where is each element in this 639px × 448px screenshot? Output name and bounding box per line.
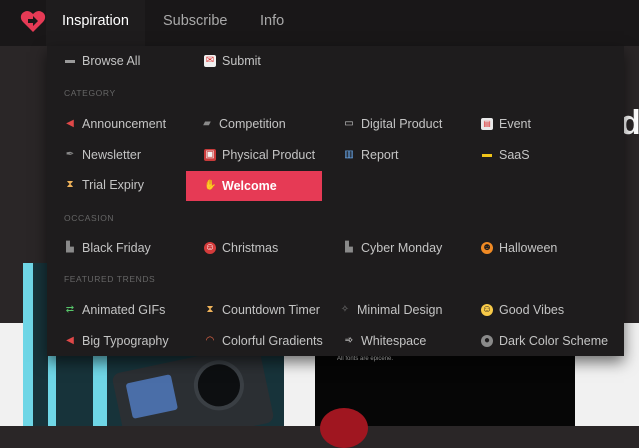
- menu-item-label: SaaS: [499, 148, 530, 162]
- section-heading-featured-trends: FEATURED TRENDS: [64, 274, 156, 284]
- menu-item-good-vibes[interactable]: ☺ Good Vibes: [481, 296, 564, 324]
- hourglass-icon: ⧗: [206, 304, 214, 315]
- menu-item-report[interactable]: ▥ Report: [343, 141, 399, 169]
- bar-chart-icon: ▥: [344, 149, 354, 160]
- heart-logo-icon[interactable]: [20, 10, 46, 34]
- megaphone-icon: ◀: [66, 118, 74, 129]
- credit-card-icon: ▬: [482, 149, 492, 160]
- nav-inspiration[interactable]: Inspiration: [46, 0, 145, 46]
- menu-item-physical-product[interactable]: ▣ Physical Product: [204, 141, 315, 169]
- menu-item-whitespace[interactable]: ➾ Whitespace: [343, 327, 427, 355]
- menu-item-label: Physical Product: [222, 148, 316, 162]
- factory-icon: ▙: [66, 242, 74, 253]
- menu-item-label: Halloween: [499, 241, 558, 255]
- menu-item-welcome[interactable]: ✋ Welcome: [186, 171, 322, 201]
- dark-ball-icon: ●: [481, 335, 493, 347]
- smiley-icon: ☺: [481, 304, 493, 316]
- card-red-shape: [320, 408, 368, 448]
- menu-item-label: Countdown Timer: [222, 303, 320, 317]
- folder-icon: ▬: [65, 55, 75, 66]
- section-heading-category: CATEGORY: [64, 88, 116, 98]
- hourglass-icon: ⧗: [66, 179, 74, 190]
- menu-item-animated-gifs[interactable]: ⇄ Animated GIFs: [64, 296, 166, 324]
- menu-item-label: Competition: [219, 117, 286, 131]
- mail-icon: ✉: [204, 55, 216, 67]
- menu-item-newsletter[interactable]: ✒ Newsletter: [64, 141, 141, 169]
- menu-item-label: Christmas: [222, 241, 279, 255]
- recycle-arrows-icon: ⇄: [65, 304, 75, 315]
- menu-item-label: Event: [499, 117, 531, 131]
- pumpkin-icon: ☻: [481, 242, 493, 254]
- menu-item-label: Good Vibes: [499, 303, 565, 317]
- nav-subscribe[interactable]: Subscribe: [163, 0, 227, 46]
- menu-item-submit[interactable]: ✉ Submit: [204, 47, 261, 75]
- menu-item-cyber-monday[interactable]: ▙ Cyber Monday: [343, 234, 442, 262]
- menu-item-label: Animated GIFs: [82, 303, 166, 317]
- nav-info[interactable]: Info: [260, 0, 284, 46]
- menu-item-label: Digital Product: [361, 117, 443, 131]
- calendar-icon: ▤: [481, 118, 493, 130]
- menu-item-label: Whitespace: [361, 334, 427, 348]
- menu-item-dark-color-scheme[interactable]: ● Dark Color Scheme: [481, 327, 608, 355]
- megaphone-icon: ◀: [66, 335, 74, 346]
- quill-icon: ✒: [65, 149, 75, 160]
- section-heading-occasion: OCCASION: [64, 213, 115, 223]
- menu-item-announcement[interactable]: ◀ Announcement: [64, 110, 166, 138]
- menu-item-label: Minimal Design: [357, 303, 443, 317]
- card-caption: All fonts are epicene.: [337, 356, 394, 362]
- menu-item-countdown-timer[interactable]: ⧗ Countdown Timer: [204, 296, 320, 324]
- menu-item-competition[interactable]: ▰ Competition: [201, 110, 286, 138]
- factory-icon: ▙: [345, 242, 353, 253]
- menu-item-label: Trial Expiry: [82, 178, 145, 192]
- menu-item-label: Dark Color Scheme: [499, 334, 609, 348]
- menu-item-big-typography[interactable]: ◀ Big Typography: [64, 327, 169, 355]
- menu-item-label: Newsletter: [82, 148, 142, 162]
- menu-item-label: Welcome: [222, 179, 277, 193]
- waving-hand-icon: ✋: [204, 180, 217, 191]
- gift-icon: ▣: [204, 149, 216, 161]
- inspiration-dropdown-menu: ▬ Browse All ✉ Submit CATEGORY ◀ Announc…: [47, 46, 624, 356]
- menu-item-label: Big Typography: [82, 334, 169, 348]
- ticket-icon: ▰: [203, 118, 211, 129]
- menu-item-halloween[interactable]: ☻ Halloween: [481, 234, 557, 262]
- laptop-icon: ▭: [344, 118, 354, 129]
- menu-item-label: Cyber Monday: [361, 241, 443, 255]
- menu-item-label: Browse All: [82, 54, 141, 68]
- rainbow-icon: ◠: [205, 335, 215, 346]
- menu-item-christmas[interactable]: ☺ Christmas: [204, 234, 278, 262]
- menu-item-digital-product[interactable]: ▭ Digital Product: [343, 110, 442, 138]
- menu-item-label: Report: [361, 148, 399, 162]
- menu-item-saas[interactable]: ▬ SaaS: [481, 141, 530, 169]
- menu-item-label: Colorful Gradients: [222, 334, 323, 348]
- menu-item-label: Announcement: [82, 117, 167, 131]
- menu-item-colorful-gradients[interactable]: ◠ Colorful Gradients: [204, 327, 323, 355]
- santa-icon: ☺: [204, 242, 216, 254]
- menu-item-label: Submit: [222, 54, 261, 68]
- top-navigation-bar: Inspiration Subscribe Info: [0, 0, 639, 46]
- menu-item-event[interactable]: ▤ Event: [481, 110, 531, 138]
- menu-item-trial-expiry[interactable]: ⧗ Trial Expiry: [64, 171, 144, 199]
- wind-icon: ➾: [344, 335, 354, 346]
- menu-item-black-friday[interactable]: ▙ Black Friday: [64, 234, 151, 262]
- menu-item-browse-all[interactable]: ▬ Browse All: [64, 47, 140, 75]
- sparkle-icon: ✧: [340, 304, 350, 315]
- menu-item-label: Black Friday: [82, 241, 151, 255]
- menu-item-minimal-design[interactable]: ✧ Minimal Design: [339, 296, 443, 324]
